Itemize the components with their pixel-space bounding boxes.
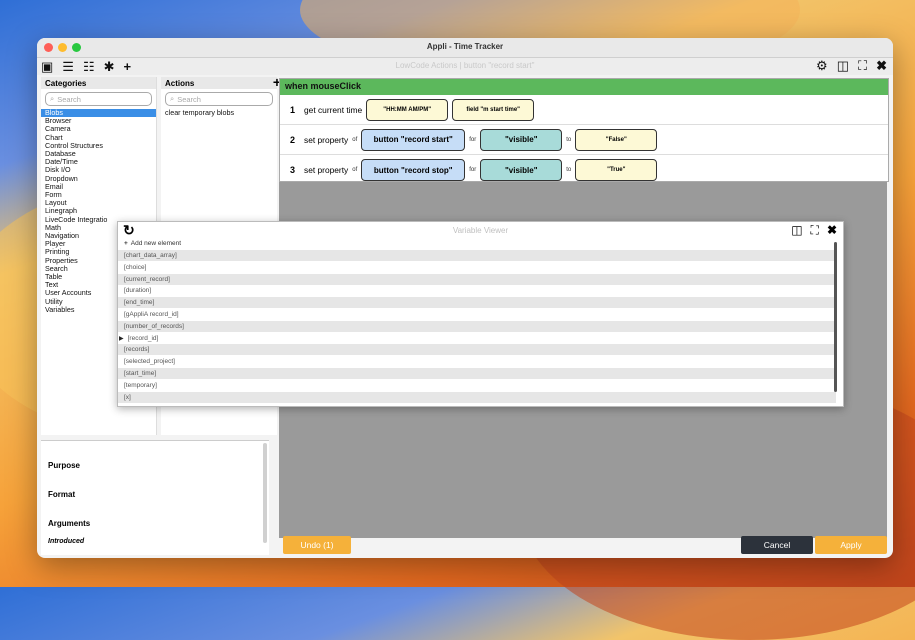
time-format-block[interactable]: "HH:MM AM/PM" [366,98,449,121]
purpose-label: Purpose [48,461,81,470]
info-panel: Purpose Format Arguments Introduced [41,440,269,555]
window-title: Appli - Time Tracker [426,42,504,51]
property-block[interactable]: "visible" [480,128,563,151]
destination-field-block[interactable]: field "m start time" [452,98,535,121]
category-item[interactable]: Blobs [41,109,156,118]
close-icon[interactable]: ✖ [876,58,887,74]
close-icon[interactable]: ✖ [827,223,837,238]
undo-button[interactable]: Undo (1) [283,536,351,554]
target-object-block[interactable]: button "record start" [361,128,466,151]
action-row-3[interactable]: 3 set property of button "record stop" f… [280,155,888,185]
variable-row[interactable]: ▶ [record_id] [118,333,836,344]
value-block[interactable]: "False" [575,128,658,151]
variable-name: [duration] [124,287,152,295]
event-header[interactable]: when mouseClick [280,79,888,95]
action-item[interactable]: clear temporary blobs [161,109,277,117]
variable-row[interactable]: [gAppliA record_id] [118,309,836,320]
category-item[interactable]: Dropdown [41,175,156,183]
variable-row[interactable]: [temporary] [118,380,836,391]
introduced-label: Introduced [48,538,85,545]
variable-row[interactable]: [x] [118,391,836,403]
variable-name: [temporary] [124,381,157,389]
category-item[interactable]: Chart [41,134,156,142]
apply-button[interactable]: Apply [815,536,887,554]
variable-name: [choice] [124,263,147,271]
cancel-button[interactable]: Cancel [741,536,813,554]
category-item[interactable]: Database [41,150,156,158]
variable-viewer: ↻ Variable Viewer ◫ ⛶ ✖ + Add new elemen… [117,221,844,407]
action-row-1[interactable]: 1 get current time "HH:MM AM/PM" field "… [280,95,888,125]
add-element-row[interactable]: + Add new element [118,238,836,249]
value-block[interactable]: "True" [575,159,658,181]
categories-header: Categories [41,77,156,89]
variable-name: [end_time] [124,299,155,307]
title-bar: Appli - Time Tracker [37,38,893,58]
action-row-2[interactable]: 2 set property of button "record start" … [280,125,888,155]
app-window: Appli - Time Tracker ▣ ☰ ☷ ✱ + LowCode A… [37,38,893,558]
fullscreen-icon[interactable]: ⛶ [811,223,819,238]
variable-name: [record_id] [127,334,159,342]
variable-viewer-title: Variable Viewer [452,226,509,235]
search-icon: ⌕ [170,94,175,103]
format-label: Format [48,490,76,499]
category-item[interactable]: Layout [41,199,156,207]
variable-row[interactable]: [selected_project] [118,356,836,367]
variable-row[interactable]: [number_of_records] [118,320,836,332]
fullscreen-icon[interactable]: ⛶ [858,58,867,74]
variable-row[interactable]: [end_time] [118,297,836,309]
category-item[interactable]: Camera [41,125,156,133]
category-item[interactable]: Linegraph [41,207,156,215]
variable-name: [x] [124,393,131,401]
variable-row[interactable]: [duration] [118,285,836,296]
search-icon: ⌕ [50,94,55,103]
variable-row[interactable]: [start_time] [118,368,836,379]
split-view-icon[interactable]: ◫ [837,58,849,74]
rule-block: when mouseClick 1 get current time "HH:M… [279,78,889,182]
toolbar-context-label: LowCode Actions | button "record start" [395,61,535,70]
actions-header: Actions + [161,74,281,90]
property-block[interactable]: "visible" [480,159,563,181]
category-item[interactable]: Form [41,191,156,199]
split-view-icon[interactable]: ◫ [791,223,802,238]
variable-row[interactable]: [records] [118,344,836,356]
variable-row[interactable]: [current_record] [118,273,836,285]
category-item[interactable]: Browser [41,117,156,125]
arguments-label: Arguments [48,519,91,528]
gear-icon[interactable]: ⚙ [816,58,828,74]
category-item[interactable]: Control Structures [41,142,156,150]
toolbar: ▣ ☰ ☷ ✱ + LowCode Actions | button "reco… [37,58,893,75]
variable-row[interactable]: [choice] [118,262,836,273]
variable-name: [chart_data_array] [124,252,177,259]
plus-icon: + [124,240,128,247]
actions-search-input[interactable]: ⌕ Search [165,92,273,106]
variable-name: [start_time] [124,370,157,377]
categories-search-input[interactable]: ⌕ Search [45,92,152,106]
variable-name: [number_of_records] [124,322,184,330]
variable-name: [current_record] [124,275,170,283]
category-item[interactable]: Date/Time [41,158,156,166]
target-object-block[interactable]: button "record stop" [361,159,466,181]
variable-row[interactable]: [chart_data_array] [118,250,836,261]
variable-name: [selected_project] [124,358,175,366]
info-scrollbar[interactable] [263,443,267,543]
variable-name: [records] [124,346,150,354]
category-item[interactable]: Disk I/O [41,166,156,174]
variable-scrollbar[interactable] [834,242,837,392]
expand-arrow-icon[interactable]: ▶ [119,335,124,342]
category-item[interactable]: Email [41,183,156,191]
variable-name: [gAppliA record_id] [124,311,179,318]
